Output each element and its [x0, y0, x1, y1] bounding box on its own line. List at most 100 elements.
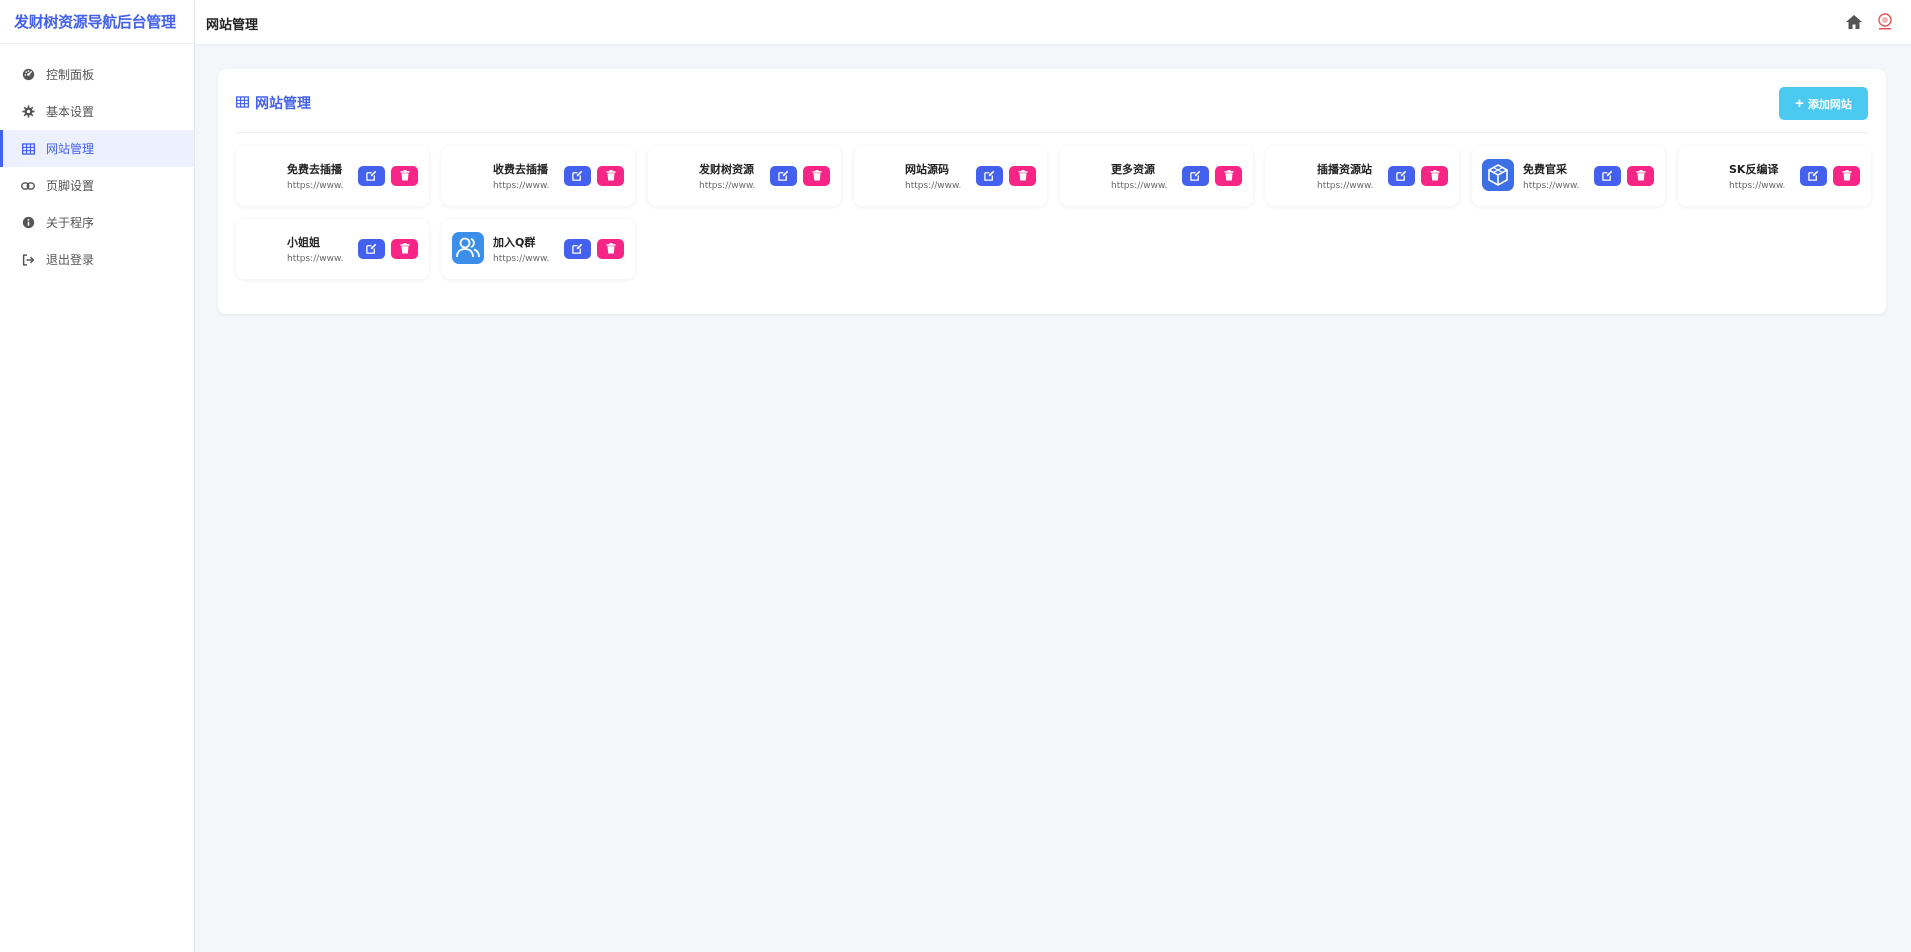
delete-button[interactable] [1009, 166, 1036, 186]
delete-button[interactable] [391, 166, 418, 186]
site-card: 加入Q群 https://www. [442, 219, 635, 279]
edit-icon [366, 242, 377, 257]
sidebar-item-settings[interactable]: 基本设置 [0, 93, 194, 130]
site-url: https://www. [1729, 181, 1786, 191]
site-card: 插播资源站 https://www. [1266, 146, 1459, 206]
site-name: 免费去插播 [287, 163, 342, 176]
delete-button[interactable] [1833, 166, 1860, 186]
sidebar-nav: 控制面板 基本设置 网站管理 页脚设置 关于程序 退出登录 [0, 44, 194, 278]
site-logo [864, 159, 896, 191]
trash-icon [1430, 169, 1440, 184]
trash-icon [812, 169, 822, 184]
sidebar-item-label: 网站管理 [46, 142, 95, 156]
site-url: https://www. [287, 254, 344, 264]
sidebar-item-dashboard[interactable]: 控制面板 [0, 56, 194, 93]
app-title: 发财树资源导航后台管理 [0, 0, 194, 44]
delete-button[interactable] [597, 239, 624, 259]
add-site-button[interactable]: + 添加网站 [1779, 87, 1868, 120]
trash-icon [606, 242, 616, 257]
site-name: 更多资源 [1111, 163, 1155, 176]
site-url: https://www. [493, 254, 550, 264]
group-icon [452, 232, 484, 264]
site-url: https://www. [1317, 181, 1374, 191]
site-url: https://www. [287, 181, 344, 191]
edit-icon [984, 169, 995, 184]
site-url: https://www. [1523, 181, 1580, 191]
page-title: 网站管理 [206, 18, 259, 33]
sidebar-item-label: 退出登录 [46, 253, 95, 267]
site-url: https://www. [905, 181, 962, 191]
site-logo [1276, 159, 1308, 191]
site-name: 发财树资源 [699, 163, 754, 176]
edit-icon [572, 169, 583, 184]
sidebar: 发财树资源导航后台管理 控制面板 基本设置 网站管理 页脚设置 关于程序 退出登… [0, 0, 195, 952]
sidebar-item-logout[interactable]: 退出登录 [0, 241, 194, 278]
site-card: 发财树资源 https://www. [648, 146, 841, 206]
site-logo [246, 159, 278, 191]
panel-title-text: 网站管理 [255, 96, 311, 112]
site-name: 网站源码 [905, 163, 949, 176]
trash-icon [606, 169, 616, 184]
site-name: 插播资源站 [1317, 163, 1372, 176]
trash-icon [1224, 169, 1234, 184]
sidebar-item-about[interactable]: 关于程序 [0, 204, 194, 241]
edit-button[interactable] [358, 166, 385, 186]
delete-button[interactable] [1421, 166, 1448, 186]
site-card: SK反编译 https://www. [1678, 146, 1871, 206]
logout-icon [20, 252, 36, 268]
edit-icon [778, 169, 789, 184]
delete-button[interactable] [803, 166, 830, 186]
site-grid: 免费去插播 https://www. 收费去插播 https://www. 发财… [236, 146, 1871, 279]
site-name: 小姐姐 [287, 236, 320, 249]
edit-button[interactable] [770, 166, 797, 186]
delete-button[interactable] [597, 166, 624, 186]
edit-icon [1602, 169, 1613, 184]
edit-icon [1396, 169, 1407, 184]
plus-icon: + [1795, 95, 1804, 112]
site-card: 免费去插播 https://www. [236, 146, 429, 206]
site-card: 小姐姐 https://www. [236, 219, 429, 279]
site-name: SK反编译 [1729, 163, 1779, 176]
table-icon [236, 96, 250, 110]
site-name: 免费官采 [1523, 163, 1567, 176]
edit-icon [366, 169, 377, 184]
trash-icon [400, 242, 410, 257]
trash-icon [1842, 169, 1852, 184]
edit-button[interactable] [564, 239, 591, 259]
site-logo [658, 159, 690, 191]
edit-button[interactable] [1594, 166, 1621, 186]
edit-button[interactable] [1388, 166, 1415, 186]
edit-icon [572, 242, 583, 257]
delete-button[interactable] [391, 239, 418, 259]
site-url: https://www. [493, 181, 550, 191]
site-card: 收费去插播 https://www. [442, 146, 635, 206]
sidebar-item-footer[interactable]: 页脚设置 [0, 167, 194, 204]
site-name: 收费去插播 [493, 163, 548, 176]
home-icon[interactable] [1845, 14, 1863, 30]
panel-header: 网站管理 + 添加网站 [236, 69, 1868, 133]
panel-title: 网站管理 [236, 93, 311, 113]
site-logo [1070, 159, 1102, 191]
edit-icon [1808, 169, 1819, 184]
edit-button[interactable] [564, 166, 591, 186]
table-icon [20, 141, 36, 157]
edit-button[interactable] [358, 239, 385, 259]
sidebar-item-label: 控制面板 [46, 68, 95, 82]
delete-button[interactable] [1627, 166, 1654, 186]
edit-button[interactable] [976, 166, 1003, 186]
site-card: 免费官采 https://www. [1472, 146, 1665, 206]
delete-button[interactable] [1215, 166, 1242, 186]
site-card: 网站源码 https://www. [854, 146, 1047, 206]
site-url: https://www. [699, 181, 756, 191]
edit-button[interactable] [1800, 166, 1827, 186]
edit-button[interactable] [1182, 166, 1209, 186]
site-logo [1688, 159, 1720, 191]
avatar[interactable] [1874, 11, 1896, 33]
sidebar-item-label: 基本设置 [46, 105, 95, 119]
sidebar-item-sites[interactable]: 网站管理 [0, 130, 194, 167]
sites-panel: 网站管理 + 添加网站 免费去插播 https://www. 收费去插播 htt… [218, 69, 1886, 314]
add-site-label: 添加网站 [1807, 98, 1852, 111]
cube-icon [1482, 159, 1514, 191]
trash-icon [1018, 169, 1028, 184]
trash-icon [400, 169, 410, 184]
